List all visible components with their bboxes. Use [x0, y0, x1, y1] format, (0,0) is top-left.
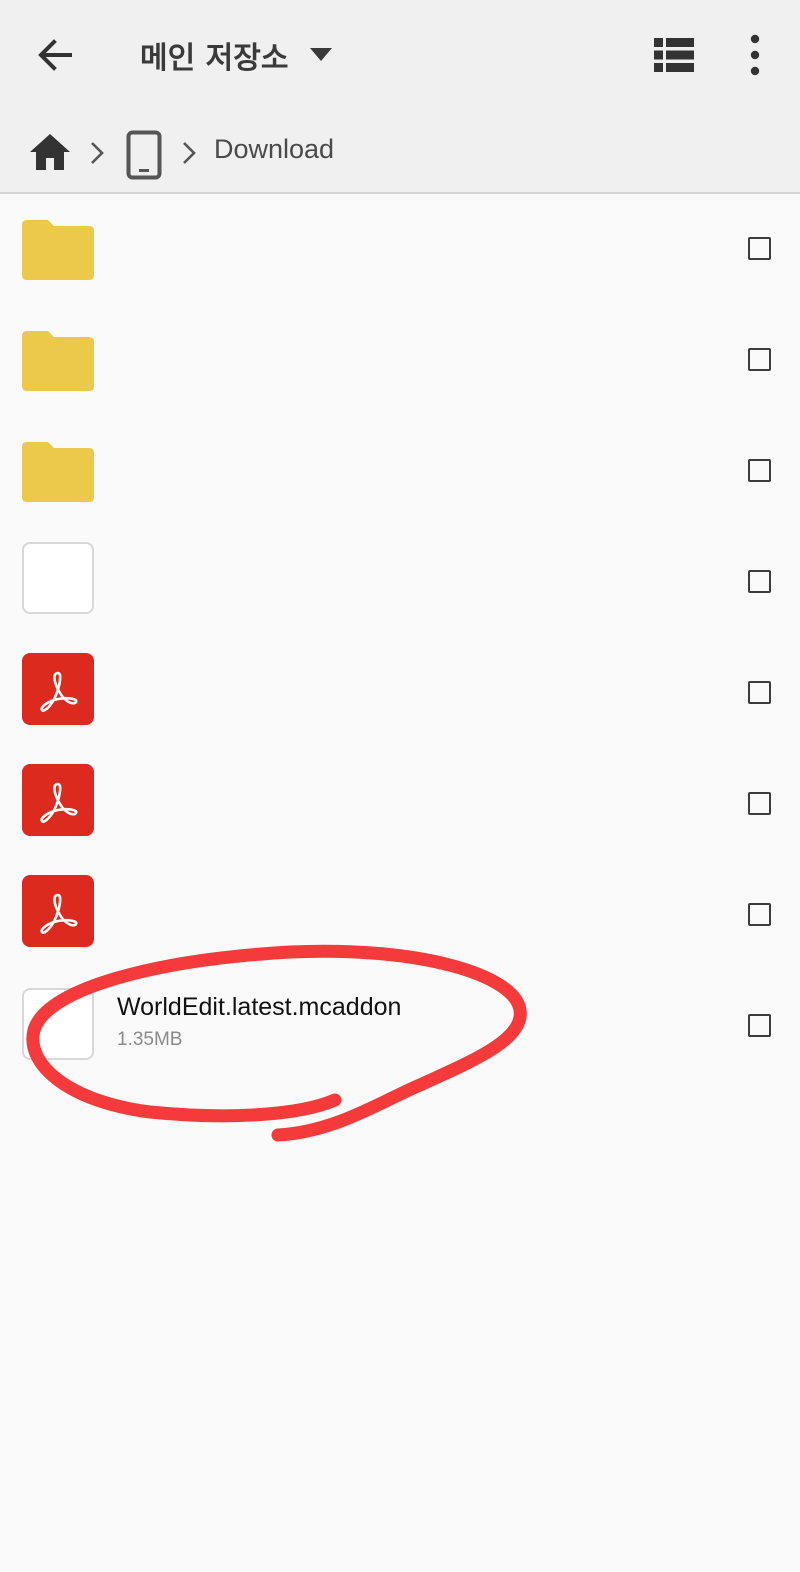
folder-icon — [22, 442, 94, 502]
folder-icon — [22, 331, 94, 391]
file-icon — [22, 542, 94, 614]
select-checkbox[interactable] — [748, 903, 771, 926]
more-vertical-icon[interactable] — [740, 32, 770, 78]
list-item[interactable] — [0, 527, 800, 638]
list-view-icon[interactable] — [652, 36, 696, 74]
breadcrumb-current[interactable]: Download — [214, 134, 334, 165]
arrow-left-icon[interactable] — [30, 30, 80, 80]
list-item[interactable] — [0, 305, 800, 416]
chevron-right-icon — [183, 142, 196, 164]
list-item[interactable] — [0, 749, 800, 860]
select-checkbox[interactable] — [748, 681, 771, 704]
select-checkbox[interactable] — [748, 237, 771, 260]
file-name: WorldEdit.latest.mcaddon — [117, 993, 402, 1021]
storage-selector[interactable]: 메인 저장소 — [140, 30, 333, 80]
select-checkbox[interactable] — [748, 1014, 771, 1037]
select-checkbox[interactable] — [748, 570, 771, 593]
home-icon[interactable] — [28, 132, 72, 172]
page-title: 메인 저장소 — [140, 41, 289, 76]
folder-icon — [22, 220, 94, 280]
device-icon[interactable] — [126, 130, 162, 180]
list-item[interactable] — [0, 416, 800, 527]
pdf-icon — [22, 653, 94, 725]
select-checkbox[interactable] — [748, 348, 771, 371]
file-icon — [22, 988, 94, 1060]
caret-down-icon — [310, 48, 333, 61]
app-bar: 메인 저장소 — [0, 0, 800, 108]
chevron-right-icon — [91, 142, 104, 164]
list-item[interactable] — [0, 194, 800, 305]
pdf-icon — [22, 875, 94, 947]
select-checkbox[interactable] — [748, 459, 771, 482]
list-item[interactable]: WorldEdit.latest.mcaddon 1.35MB — [0, 971, 800, 1082]
breadcrumb: Download — [0, 108, 800, 194]
list-item[interactable] — [0, 860, 800, 971]
list-item[interactable] — [0, 638, 800, 749]
select-checkbox[interactable] — [748, 792, 771, 815]
file-size: 1.35MB — [117, 1029, 183, 1050]
pdf-icon — [22, 764, 94, 836]
